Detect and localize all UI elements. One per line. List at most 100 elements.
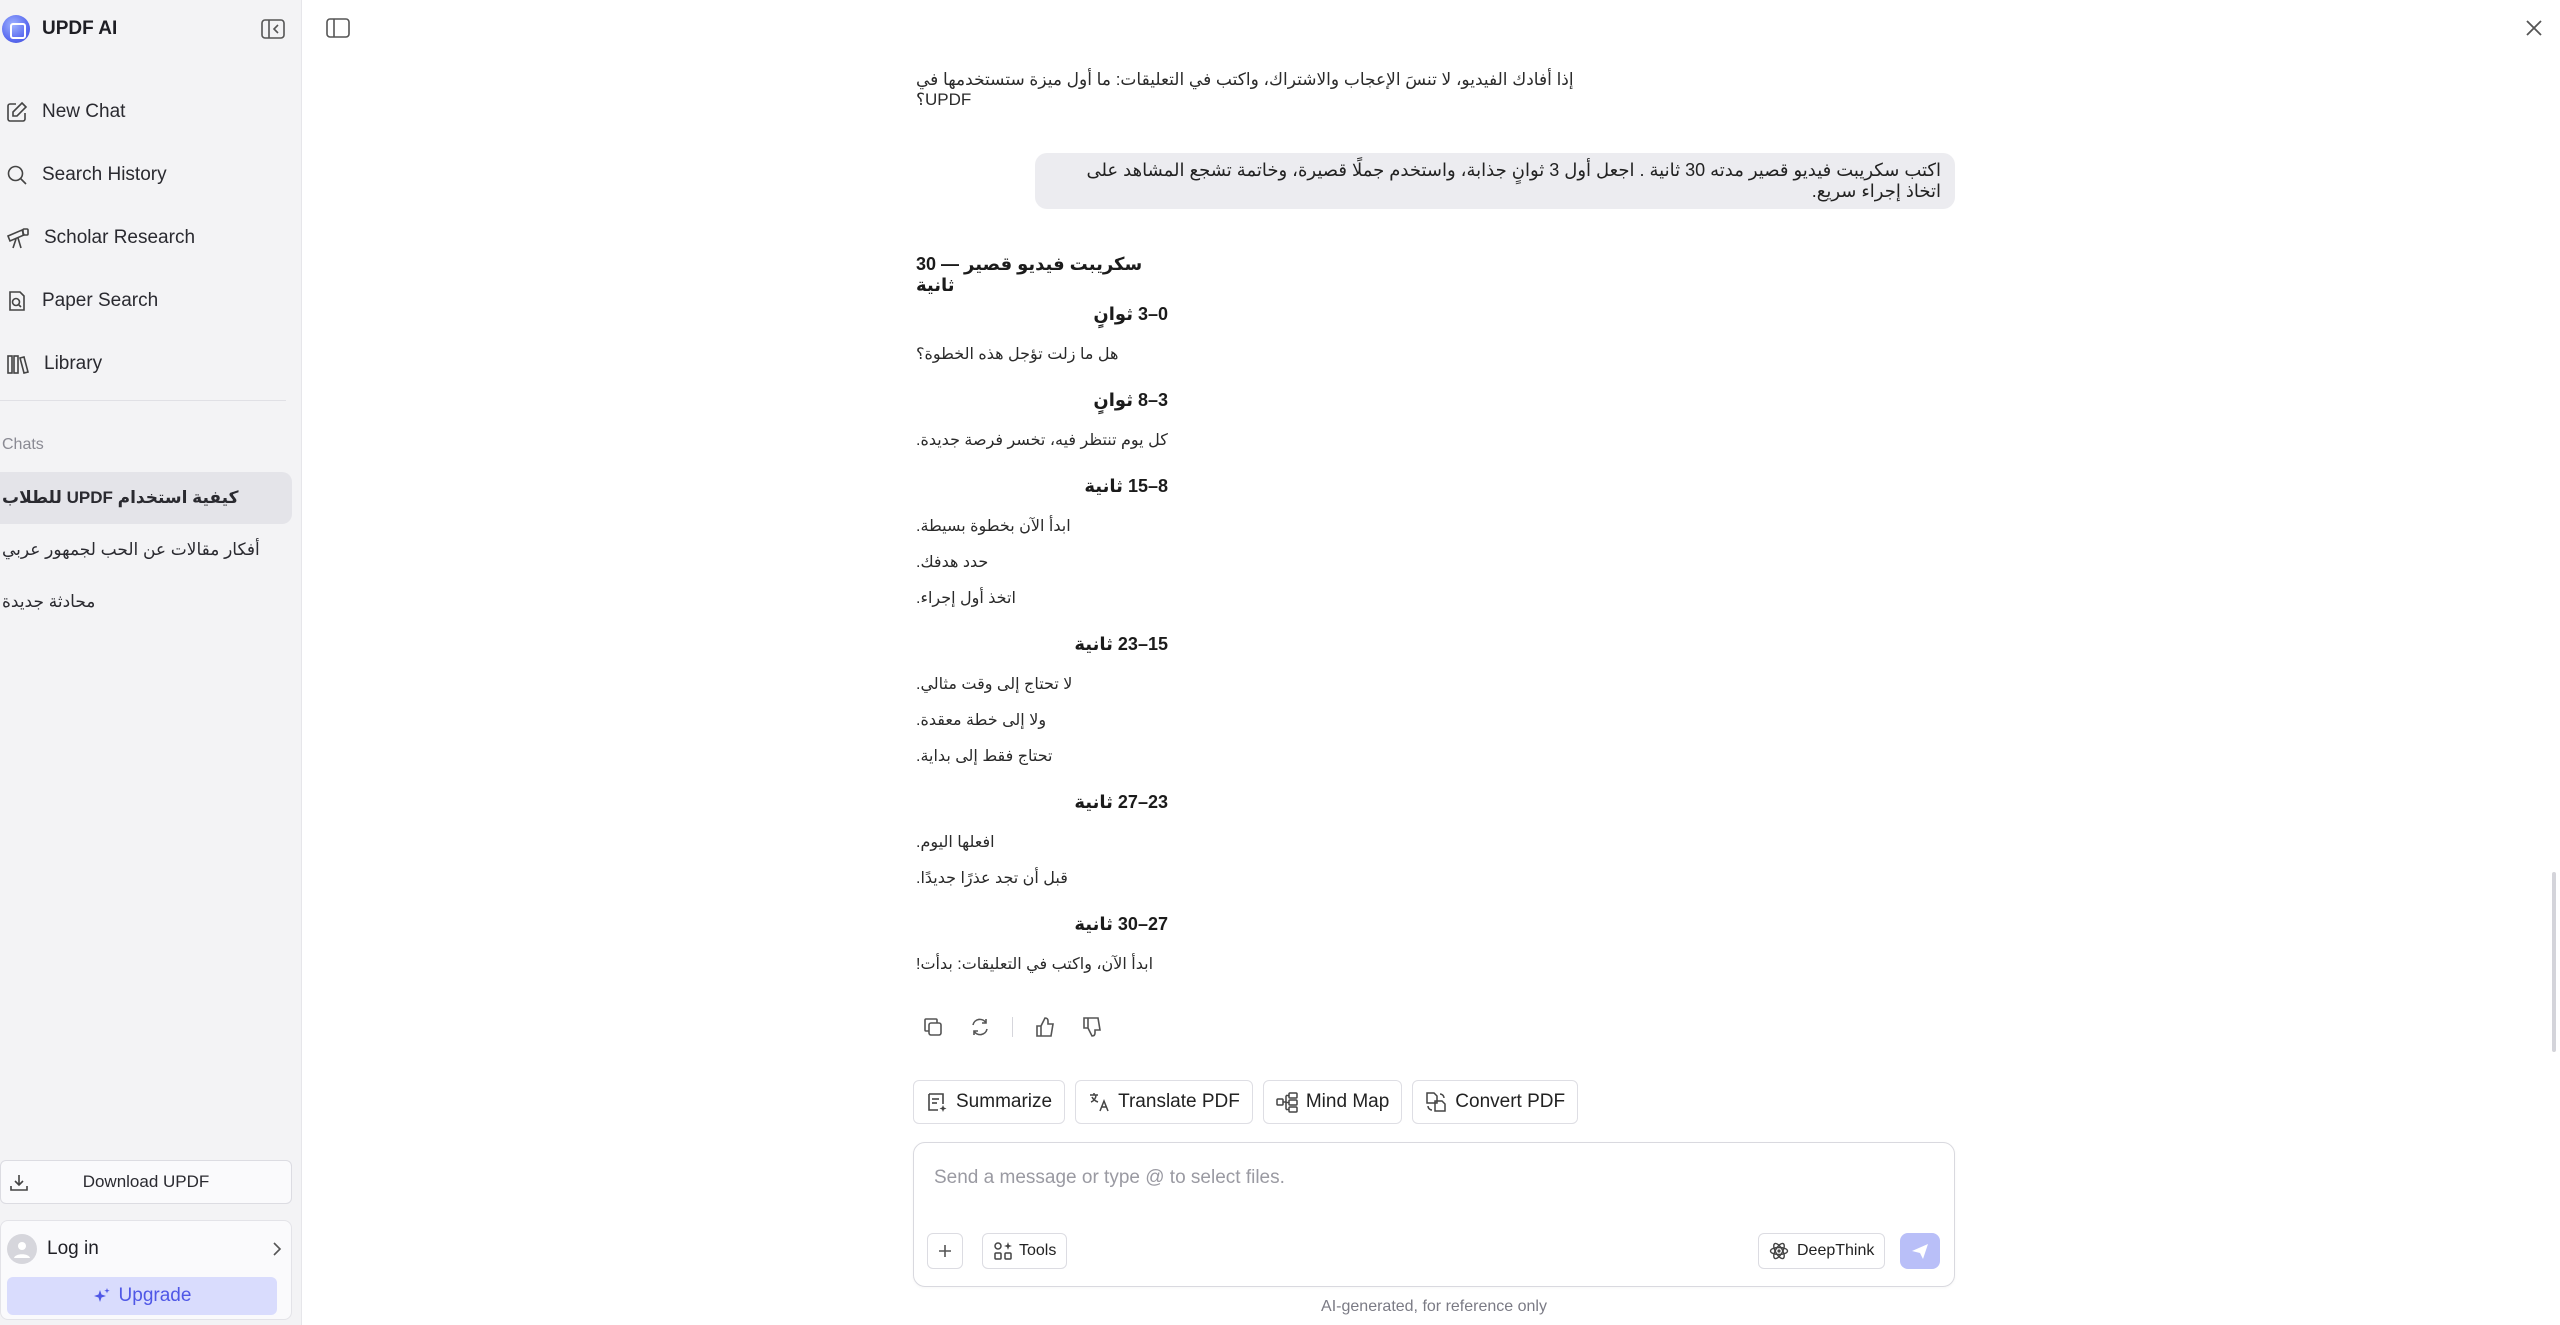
chat-item-title: كيفية استخدام UPDF للطلاب: [2, 488, 239, 507]
collapse-sidebar-button[interactable]: [260, 18, 286, 40]
library-icon: [7, 354, 29, 374]
thumbs-down-button[interactable]: [1077, 1014, 1107, 1040]
brand: UPDF AI: [0, 14, 117, 44]
summarize-button[interactable]: Summarize: [913, 1080, 1066, 1124]
attach-button[interactable]: [927, 1233, 963, 1269]
avatar: [7, 1234, 37, 1264]
chat-item-title: أفكار مقالات عن الحب لجمهور عربي: [2, 540, 260, 559]
message-input[interactable]: [934, 1163, 1914, 1193]
previous-message-tail: إذا أفادك الفيديو، لا تنسَ الإعجاب والاش…: [916, 70, 1616, 110]
segment-line-text: هل ما زلت تؤجل هذه الخطوة؟: [916, 346, 1119, 363]
chevron-right-icon: [273, 1242, 282, 1256]
actions-separator: [1012, 1017, 1013, 1037]
account-card: Log in Upgrade: [0, 1220, 292, 1320]
summarize-label: Summarize: [956, 1091, 1053, 1112]
chat-item-active[interactable]: كيفية استخدام UPDF للطلاب: [0, 472, 292, 524]
refresh-icon: [972, 1018, 988, 1036]
segment-heading-text: 23–27 ثانية: [1074, 792, 1168, 812]
mind-map-button[interactable]: Mind Map: [1262, 1080, 1403, 1124]
segment-line: افعلها اليوم.: [916, 832, 1168, 852]
segment-line: ابدأ الآن بخطوة بسيطة.: [916, 516, 1168, 536]
tools-label: Tools: [1019, 1242, 1057, 1259]
segment-line: ولا إلى خطة معقدة.: [916, 710, 1168, 730]
chat-item-title: محادثة جديدة: [2, 592, 96, 611]
updf-logo-icon: [2, 15, 30, 43]
copy-button[interactable]: [918, 1014, 948, 1040]
plus-icon: [939, 1245, 951, 1257]
segment-line: كل يوم تنتظر فيه، تخسر فرصة جديدة.: [916, 430, 1168, 450]
segment-heading: 27–30 ثانية: [916, 914, 1168, 935]
regenerate-button[interactable]: [965, 1014, 995, 1040]
sidebar-item-label: New Chat: [42, 100, 126, 122]
sidebar-item-label: Paper Search: [42, 289, 159, 311]
segment-line-text: حدد هدفك.: [916, 554, 989, 571]
segment-line: حدد هدفك.: [916, 552, 1168, 572]
send-icon: [1912, 1244, 1928, 1259]
scrollbar-thumb[interactable]: [2552, 872, 2556, 1052]
translate-icon: [1090, 1093, 1109, 1112]
segment-line: قبل أن تجد عذرًا جديدًا.: [916, 868, 1168, 888]
answer-title-text: سكريبت فيديو قصير — 30 ثانية: [916, 254, 1143, 295]
deepthink-label: DeepThink: [1797, 1242, 1875, 1259]
send-button[interactable]: [1900, 1233, 1940, 1269]
close-icon: [2526, 20, 2542, 36]
upgrade-button[interactable]: Upgrade: [7, 1277, 277, 1315]
login-button[interactable]: Log in: [7, 1233, 283, 1265]
segment-heading-text: 8–15 ثانية: [1084, 476, 1168, 496]
sidebar-item-library[interactable]: Library: [0, 332, 302, 395]
convert-icon: [1426, 1092, 1447, 1112]
segment-heading: 0–3 ثوانٍ: [916, 304, 1168, 325]
download-icon: [10, 1175, 28, 1191]
message-composer: Tools DeepThink: [913, 1142, 1955, 1287]
sidebar-item-paper-search[interactable]: Paper Search: [0, 269, 302, 332]
segment-heading-text: 0–3 ثوانٍ: [1093, 304, 1168, 324]
edit-icon: [7, 101, 28, 122]
segment-line: اتخذ أول إجراء.: [916, 588, 1168, 608]
thumbs-down-icon: [1083, 1017, 1101, 1037]
convert-pdf-button[interactable]: Convert PDF: [1412, 1080, 1579, 1124]
thumbs-up-icon: [1036, 1017, 1054, 1037]
segment-line: لا تحتاج إلى وقت مثالي.: [916, 674, 1168, 694]
search-icon: [7, 165, 27, 185]
thumbs-up-button[interactable]: [1030, 1014, 1060, 1040]
tools-button[interactable]: Tools: [982, 1233, 1068, 1269]
user-message-text: اكتب سكريبت فيديو قصير مدته 30 ثانية . ا…: [1086, 160, 1941, 201]
sparkle-icon: [93, 1288, 110, 1302]
segment-line: ابدأ الآن، واكتب في التعليقات: بدأت!: [916, 954, 1168, 974]
mind-map-label: Mind Map: [1305, 1091, 1390, 1112]
sidebar-collapse-icon: [261, 19, 285, 39]
sidebar-item-new-chat[interactable]: New Chat: [0, 80, 302, 143]
mind-map-icon: [1276, 1092, 1298, 1113]
copy-icon: [924, 1018, 942, 1036]
chat-item[interactable]: أفكار مقالات عن الحب لجمهور عربي: [0, 524, 292, 576]
segment-heading: 15–23 ثانية: [916, 634, 1168, 655]
toggle-panel-button[interactable]: [326, 18, 352, 40]
download-updf-button[interactable]: Download UPDF: [0, 1160, 292, 1204]
sidebar-divider: [0, 400, 286, 401]
translate-label: Translate PDF: [1118, 1091, 1240, 1112]
sidebar-item-search-history[interactable]: Search History: [0, 143, 302, 206]
sidebar-item-scholar-research[interactable]: Scholar Research: [0, 206, 302, 269]
chat-item[interactable]: محادثة جديدة: [0, 576, 292, 628]
segment-heading: 8–15 ثانية: [916, 476, 1168, 497]
login-label: Log in: [47, 1238, 99, 1259]
sidebar-nav: New Chat Search History Scholar Research…: [0, 80, 302, 395]
sidebar-item-label: Search History: [42, 163, 167, 185]
download-label: Download UPDF: [82, 1172, 210, 1191]
answer-actions: [918, 1014, 1124, 1040]
sidebar-item-label: Library: [44, 352, 103, 374]
segment-heading: 3–8 ثوانٍ: [916, 390, 1168, 411]
translate-pdf-button[interactable]: Translate PDF: [1075, 1080, 1253, 1124]
deepthink-toggle[interactable]: DeepThink: [1758, 1233, 1886, 1269]
sidebar-item-label: Scholar Research: [44, 226, 196, 248]
chat-list: كيفية استخدام UPDF للطلاب أفكار مقالات ع…: [0, 472, 292, 628]
user-message-bubble: اكتب سكريبت فيديو قصير مدته 30 ثانية . ا…: [1035, 153, 1955, 209]
app-name: UPDF AI: [42, 18, 118, 39]
segment-line-text: ابدأ الآن، واكتب في التعليقات: بدأت!: [916, 956, 1154, 973]
atom-icon: [1769, 1242, 1789, 1260]
tools-grid-icon: [994, 1242, 1012, 1260]
close-button[interactable]: [2524, 18, 2546, 40]
document-search-icon: [9, 290, 25, 311]
segment-line-text: ابدأ الآن بخطوة بسيطة.: [916, 518, 1071, 535]
chats-section-label: Chats: [2, 436, 44, 453]
